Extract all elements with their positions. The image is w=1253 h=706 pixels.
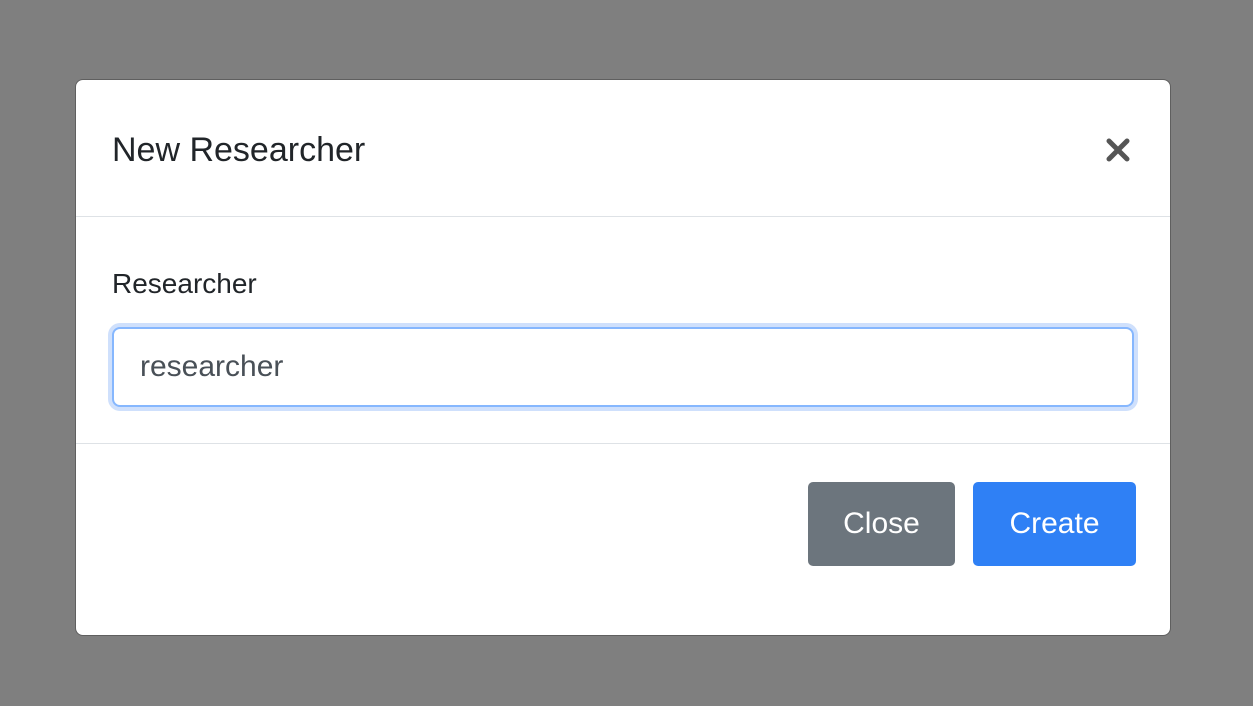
modal-body: Researcher: [76, 217, 1170, 444]
close-button[interactable]: Close: [808, 482, 955, 566]
create-button[interactable]: Create: [973, 482, 1136, 566]
modal-footer: Close Create: [76, 444, 1170, 635]
researcher-label: Researcher: [112, 268, 257, 299]
new-researcher-modal: New Researcher Researcher Close Create: [75, 79, 1171, 636]
close-icon-glyph: [1106, 138, 1130, 162]
modal-header: New Researcher: [76, 80, 1170, 217]
researcher-input[interactable]: [112, 327, 1134, 407]
modal-title: New Researcher: [112, 131, 366, 169]
close-icon[interactable]: [1100, 132, 1136, 168]
